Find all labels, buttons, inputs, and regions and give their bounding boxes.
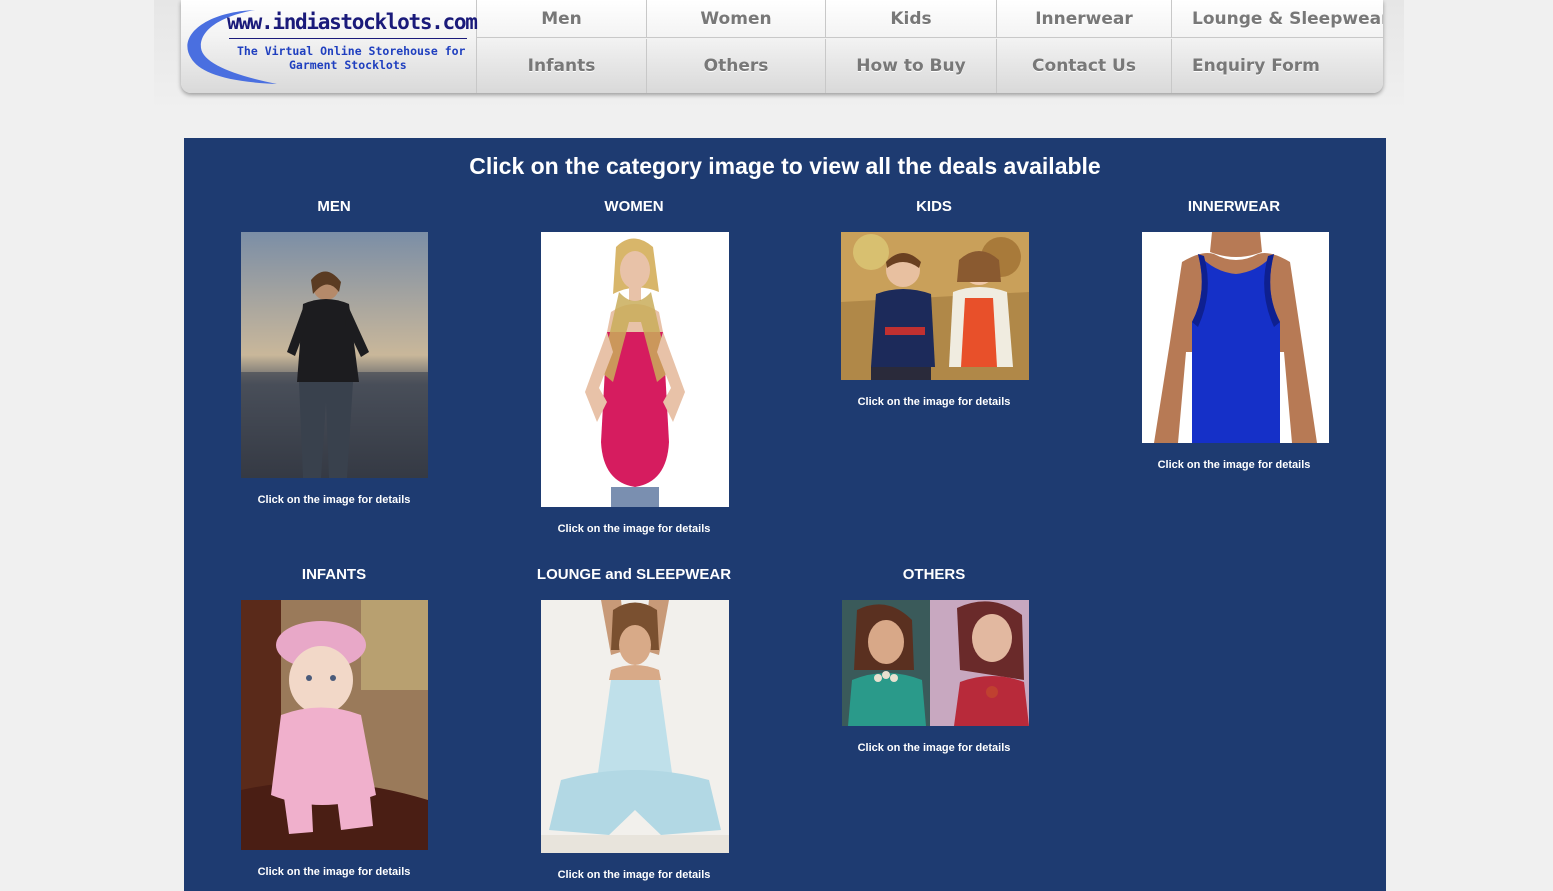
logo-domain: www.indiastocklots.com — [227, 10, 478, 34]
category-caption-innerwear: Click on the image for details — [1157, 459, 1311, 471]
category-image-infants[interactable] — [241, 600, 428, 850]
nav-contact-us[interactable]: Contact Us — [997, 39, 1172, 93]
nav-how-to-buy[interactable]: How to Buy — [826, 39, 997, 93]
category-image-kids[interactable] — [841, 232, 1029, 380]
nav-men[interactable]: Men — [477, 0, 647, 38]
site-logo[interactable]: www.indiastocklots.com The Virtual Onlin… — [181, 0, 478, 93]
category-title-women: WOMEN — [604, 198, 664, 215]
category-image-men[interactable] — [241, 232, 428, 478]
nav-enquiry-form[interactable]: Enquiry Form — [1172, 39, 1383, 93]
nav-women[interactable]: Women — [647, 0, 826, 38]
logo-tagline-1: The Virtual Online Storehouse for — [237, 44, 466, 58]
page-heading: Click on the category image to view all … — [469, 153, 1101, 179]
category-caption-women: Click on the image for details — [557, 523, 711, 535]
nav-lounge-sleepwear[interactable]: Lounge & Sleepwear — [1172, 0, 1383, 38]
category-image-lounge-sleepwear[interactable] — [541, 600, 729, 853]
nav-innerwear[interactable]: Innerwear — [997, 0, 1172, 38]
logo-tagline-2: Garment Stocklots — [289, 58, 407, 72]
category-caption-lounge-sleepwear: Click on the image for details — [557, 869, 711, 881]
category-panel: Click on the category image to view all … — [184, 138, 1386, 891]
category-title-infants: INFANTS — [301, 566, 367, 583]
category-title-kids: KIDS — [916, 198, 952, 215]
category-image-women[interactable] — [541, 232, 729, 507]
category-caption-infants: Click on the image for details — [257, 866, 411, 878]
category-image-others[interactable] — [842, 600, 1029, 726]
category-caption-kids: Click on the image for details — [857, 396, 1011, 408]
category-title-lounge-sleepwear: LOUNGE and SLEEPWEAR — [536, 566, 732, 583]
category-title-men: MEN — [317, 198, 351, 215]
nav-kids[interactable]: Kids — [826, 0, 997, 38]
category-title-others: OTHERS — [902, 566, 966, 583]
category-caption-men: Click on the image for details — [257, 494, 411, 506]
category-caption-others: Click on the image for details — [857, 742, 1011, 754]
category-title-innerwear: INNERWEAR — [1187, 198, 1281, 215]
category-image-innerwear[interactable] — [1142, 232, 1329, 443]
nav-infants[interactable]: Infants — [477, 39, 647, 93]
nav-others[interactable]: Others — [647, 39, 826, 93]
logo-rule — [229, 38, 467, 39]
top-navigation: www.indiastocklots.com The Virtual Onlin… — [181, 0, 1383, 93]
